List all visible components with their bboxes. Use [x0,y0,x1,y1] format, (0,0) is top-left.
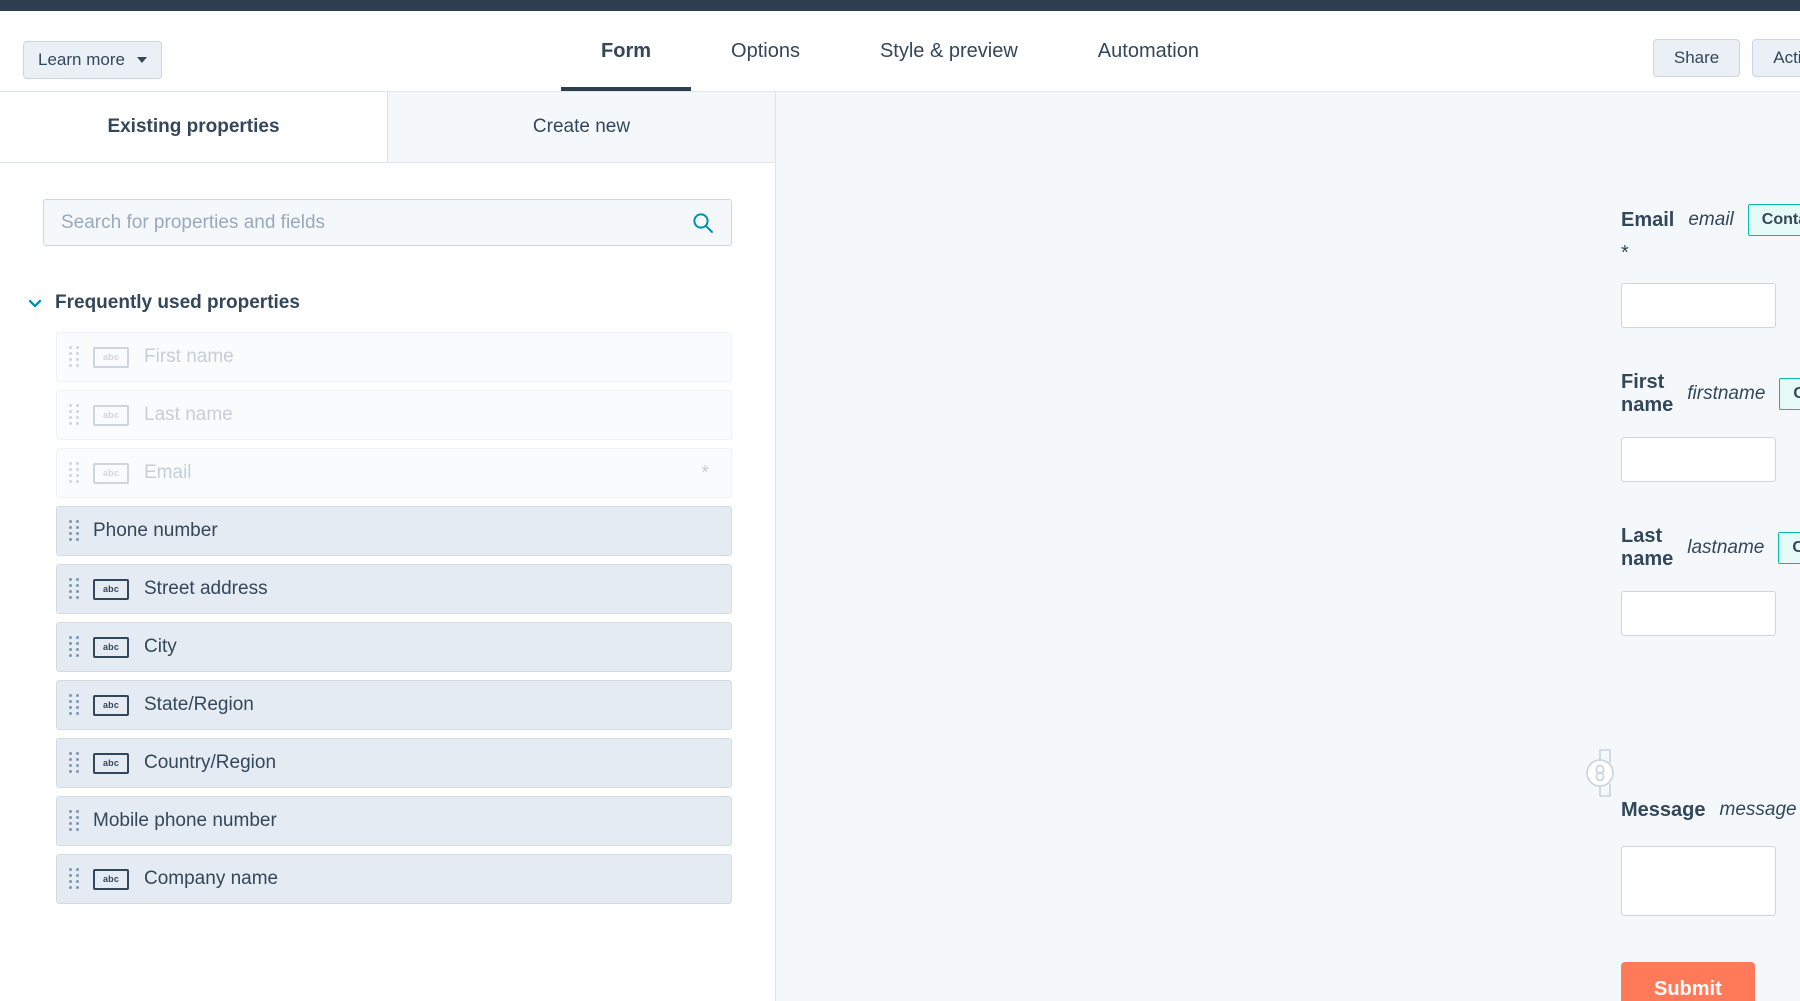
required-asterisk: * [701,463,709,483]
property-row[interactable]: abc Street address [56,564,732,614]
property-label: State/Region [144,694,254,716]
top-accent-strip [0,0,1800,11]
field-label-row: First name firstname Contact Property [1621,371,1800,417]
field-internal-name: lastname [1687,537,1764,559]
drag-handle-icon[interactable] [69,578,79,600]
abc-text-icon: abc [93,405,129,426]
field-label-row: MessagemessageContact Property [1621,794,1800,826]
form-canvas: Email email Contact Property * First name fir… [776,92,1800,1001]
share-button[interactable]: Share [1653,39,1740,77]
header-actions-group: Share Actions [1653,39,1800,77]
form-field-block: MessagemessageContact Property [776,794,1800,916]
drag-handle-icon[interactable] [69,810,79,832]
property-label: First name [144,346,234,368]
property-row[interactable]: abc Country/Region [56,738,732,788]
drag-handle-icon[interactable] [69,868,79,890]
form-preview-panel: Email email Contact Property * First name fir… [776,92,1800,1001]
search-input[interactable] [43,199,732,246]
field-text-input[interactable] [1621,437,1776,482]
property-label: Street address [144,578,268,600]
drag-handle-icon[interactable] [69,636,79,658]
abc-text-icon: abc [93,637,129,658]
chevron-down-icon [137,57,147,63]
property-label: Last name [144,404,233,426]
abc-text-icon: abc [93,463,129,484]
property-row: abc First name [56,332,732,382]
form-field-block: Email email Contact Property * [776,204,1800,328]
property-row: abc Email * [56,448,732,498]
actions-button[interactable]: Actions [1752,39,1800,77]
property-row[interactable]: Phone number [56,506,732,556]
frequently-used-properties-group-toggle[interactable]: Frequently used properties [27,292,775,314]
tab-existing-properties[interactable]: Existing properties [0,92,387,162]
drag-handle-icon[interactable] [69,520,79,542]
drag-handle-icon [69,346,79,368]
field-name-label: Last name [1621,525,1673,571]
property-row[interactable]: abc Company name [56,854,732,904]
field-text-input[interactable] [1621,591,1776,636]
abc-text-icon: abc [93,347,129,368]
field-name-label: Email [1621,209,1674,232]
drag-handle-icon [69,462,79,484]
learn-more-dropdown-button[interactable]: Learn more [23,41,162,79]
field-name-label: First name [1621,371,1673,417]
header-tab-style-preview[interactable]: Style & preview [840,11,1058,91]
group-title: Frequently used properties [55,292,300,314]
form-field-block: First name firstname Contact Property [776,371,1800,482]
drag-handle-icon[interactable] [69,752,79,774]
field-internal-name: email [1688,209,1733,231]
drag-handle-icon [69,404,79,426]
property-label: Company name [144,868,278,890]
tab-create-new[interactable]: Create new [387,92,775,163]
chevron-down-icon [27,295,43,311]
abc-text-icon: abc [93,695,129,716]
property-row[interactable]: abc City [56,622,732,672]
editor-body: Existing properties Create new Frequentl… [0,92,1800,1001]
submit-button[interactable]: Submit [1621,962,1755,1001]
learn-more-label: Learn more [38,50,125,70]
abc-text-icon: abc [93,869,129,890]
header-tab-bar: FormOptionsStyle & previewAutomation [0,11,1800,91]
field-label-row: Email email Contact Property [1621,204,1800,236]
property-label: Phone number [93,520,218,542]
link-chain-icon[interactable] [1576,742,1624,804]
abc-text-icon: abc [93,579,129,600]
field-internal-name: firstname [1687,383,1765,405]
field-internal-name: message [1720,799,1797,821]
required-asterisk: * [1621,243,1800,263]
property-label: Country/Region [144,752,276,774]
field-text-input[interactable] [1621,283,1776,328]
property-picker-panel: Existing properties Create new Frequentl… [0,92,776,1001]
form-field-block: Last name lastname Contact Property [776,525,1800,636]
header-tab-automation[interactable]: Automation [1058,11,1239,91]
contact-property-badge[interactable]: Contact Property [1779,378,1800,410]
abc-text-icon: abc [93,753,129,774]
property-label: Email [144,462,192,484]
contact-property-badge[interactable]: Contact Property [1778,532,1800,564]
app-header: Learn more FormOptionsStyle & previewAut… [0,11,1800,92]
property-search [43,199,732,246]
property-list: abc First name abc Last name abc Email * Phone … [0,332,775,1001]
drag-handle-icon[interactable] [69,694,79,716]
field-label-row: Last name lastname Contact Property [1621,525,1800,571]
field-name-label: Message [1621,799,1706,822]
property-label: Mobile phone number [93,810,277,832]
field-textarea[interactable] [1621,846,1776,916]
property-row[interactable]: Mobile phone number [56,796,732,846]
property-row[interactable]: abc State/Region [56,680,732,730]
property-label: City [144,636,177,658]
property-row: abc Last name [56,390,732,440]
header-tab-options[interactable]: Options [691,11,840,91]
header-tab-form[interactable]: Form [561,11,691,91]
panel-tab-bar: Existing properties Create new [0,92,775,163]
contact-property-badge[interactable]: Contact Property [1748,204,1800,236]
